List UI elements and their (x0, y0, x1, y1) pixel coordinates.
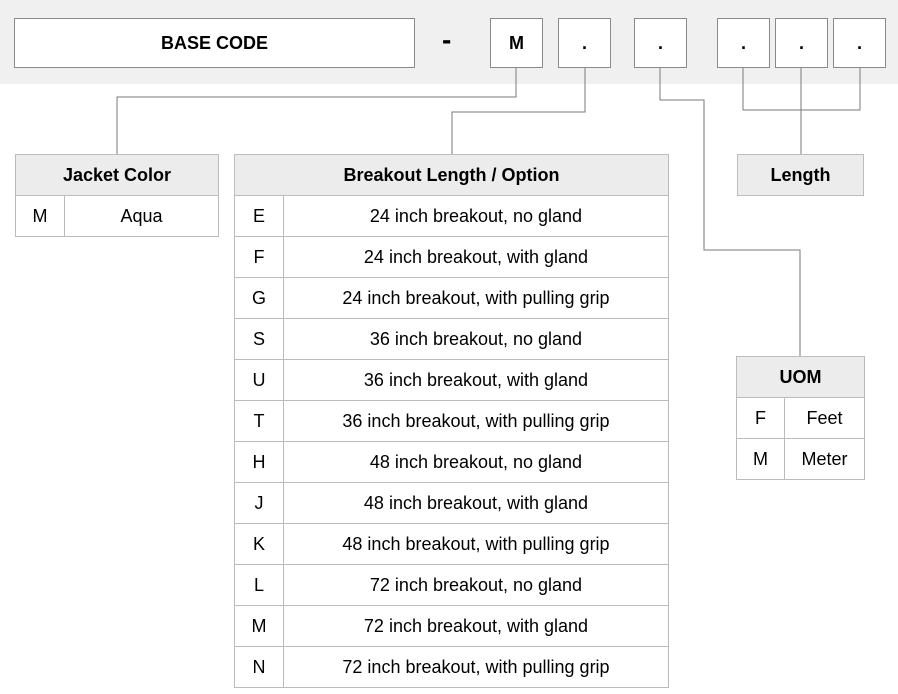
uom-table: UOM F Feet M Meter (736, 356, 865, 480)
option-description: 36 inch breakout, with pulling grip (283, 400, 669, 442)
option-code: F (234, 236, 284, 278)
option-code: F (736, 397, 785, 439)
option-code: K (234, 523, 284, 565)
option-description: 24 inch breakout, no gland (283, 195, 669, 237)
connector-jacket-color (116, 68, 517, 154)
table-row: N 72 inch breakout, with pulling grip (234, 646, 669, 688)
option-description: Feet (784, 397, 865, 439)
table-row: M Aqua (15, 195, 220, 237)
table-row: E 24 inch breakout, no gland (234, 195, 669, 237)
option-description: Meter (784, 438, 865, 480)
uom-title: UOM (736, 356, 865, 398)
jacket-color-table: Jacket Color M Aqua (14, 154, 220, 237)
option-description: 24 inch breakout, with pulling grip (283, 277, 669, 319)
option-code: L (234, 564, 284, 606)
option-description: 36 inch breakout, with gland (283, 359, 669, 401)
table-row: F Feet (736, 397, 865, 439)
option-code: M (234, 605, 284, 647)
table-row: K 48 inch breakout, with pulling grip (234, 523, 669, 565)
table-row: F 24 inch breakout, with gland (234, 236, 669, 278)
option-description: 72 inch breakout, with gland (283, 605, 669, 647)
option-code: H (234, 441, 284, 483)
table-row: H 48 inch breakout, no gland (234, 441, 669, 483)
option-description: 36 inch breakout, no gland (283, 318, 669, 360)
table-row: M 72 inch breakout, with gland (234, 605, 669, 647)
option-description: 24 inch breakout, with gland (283, 236, 669, 278)
connector-breakout (451, 68, 586, 154)
table-row: L 72 inch breakout, no gland (234, 564, 669, 606)
option-code: M (15, 195, 65, 237)
table-row: J 48 inch breakout, with gland (234, 482, 669, 524)
option-code: J (234, 482, 284, 524)
jacket-color-title: Jacket Color (14, 154, 220, 196)
option-code: U (234, 359, 284, 401)
option-description: 72 inch breakout, no gland (283, 564, 669, 606)
breakout-table: Breakout Length / Option E 24 inch breako… (234, 154, 669, 688)
option-code: T (234, 400, 284, 442)
option-description: 72 inch breakout, with pulling grip (283, 646, 669, 688)
table-row: G 24 inch breakout, with pulling grip (234, 277, 669, 319)
option-description: 48 inch breakout, with pulling grip (283, 523, 669, 565)
option-code: G (234, 277, 284, 319)
option-description: 48 inch breakout, no gland (283, 441, 669, 483)
option-code: N (234, 646, 284, 688)
connector-uom (659, 68, 801, 356)
table-row: T 36 inch breakout, with pulling grip (234, 400, 669, 442)
table-row: M Meter (736, 438, 865, 480)
option-code: M (736, 438, 785, 480)
option-description: 48 inch breakout, with gland (283, 482, 669, 524)
option-code: S (234, 318, 284, 360)
table-row: U 36 inch breakout, with gland (234, 359, 669, 401)
breakout-title: Breakout Length / Option (234, 154, 669, 196)
length-title: Length (737, 154, 864, 196)
option-code: E (234, 195, 284, 237)
table-row: S 36 inch breakout, no gland (234, 318, 669, 360)
length-table: Length (737, 154, 864, 196)
option-description: Aqua (63, 195, 220, 237)
